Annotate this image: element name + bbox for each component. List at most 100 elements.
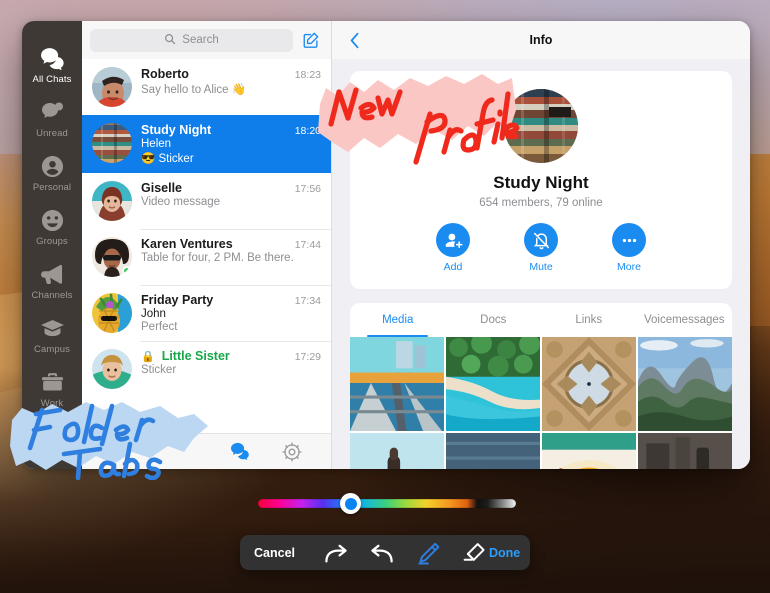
chat-list-item-karen-ventures[interactable]: Karen Ventures 17:44 Table for four, 2 P… [82, 229, 331, 285]
sidebar-item-unread[interactable]: Unread [23, 93, 81, 145]
books-avatar[interactable] [504, 89, 578, 163]
media-thumbnail[interactable] [638, 433, 732, 469]
chat-item-preview: Video message [141, 196, 321, 208]
sidebar-item-campus[interactable]: Campus [23, 309, 81, 361]
avatar [92, 293, 132, 333]
chat-item-preview: 😎 Sticker [141, 151, 321, 165]
cancel-button[interactable]: Cancel [254, 546, 295, 560]
chat-item-title: Giselle [141, 181, 182, 195]
avatar [92, 349, 132, 389]
media-thumbnail[interactable] [446, 337, 540, 431]
info-pane: Info [332, 21, 750, 469]
chat-item-time: 17:56 [295, 183, 321, 195]
eraser-icon[interactable] [459, 541, 489, 565]
chat-list-item-friday-party[interactable]: Friday Party 17:34 John Perfect [82, 285, 331, 341]
chat-item-time: 18:20 [295, 125, 321, 137]
chat-item-preview: Say hello to Alice 👋 [141, 82, 321, 96]
chat-item-time: 17:29 [295, 351, 321, 363]
chat-item-body: 🔒 Little Sister 17:29 Sticker [141, 349, 321, 389]
search-icon [164, 33, 176, 48]
media-thumbnail[interactable] [350, 337, 444, 431]
profile-actions: Add Mute [350, 223, 732, 273]
unread-chat-icon [39, 100, 65, 124]
chat-item-time: 17:34 [295, 295, 321, 307]
chat-item-preview: Sticker [141, 364, 321, 376]
chat-item-time: 17:44 [295, 239, 321, 251]
ellipsis-icon [612, 223, 646, 257]
chat-item-title: Friday Party [141, 293, 213, 307]
chat-list-item-little-sister[interactable]: 🔒 Little Sister 17:29 Sticker [82, 341, 331, 397]
done-button[interactable]: Done [489, 546, 520, 560]
sidebar-item-all-chats[interactable]: All Chats [23, 39, 81, 91]
sidebar-item-work[interactable]: Work [23, 363, 81, 415]
sidebar-item-label: All Chats [33, 74, 72, 85]
avatar [92, 123, 132, 163]
info-header: Info [332, 21, 750, 59]
tab-voicemessages[interactable]: Voicemessages [637, 303, 733, 337]
shared-media-card: Media Docs Links Voicemessages [350, 303, 732, 469]
media-thumbnail[interactable] [542, 433, 636, 469]
sidebar-item-label: Unread [36, 128, 68, 139]
group-icon [39, 208, 65, 232]
chat-item-title: Roberto [141, 67, 189, 81]
info-scroll-area[interactable]: Study Night 654 members, 79 online Add [332, 59, 750, 469]
media-thumbnail[interactable] [638, 337, 732, 431]
chat-item-body: Giselle 17:56 Video message [141, 181, 321, 221]
graduation-cap-icon [39, 316, 65, 340]
chats-bubble-icon[interactable] [229, 441, 251, 463]
person-icon [39, 154, 65, 178]
chat-list-item-study-night[interactable]: Study Night 18:20 Helen 😎 Sticker [82, 115, 331, 173]
sidebar-item-label: Campus [34, 344, 70, 355]
color-gradient-track[interactable] [258, 499, 516, 508]
media-thumbnail[interactable] [350, 433, 444, 469]
undo-icon[interactable] [367, 541, 397, 565]
tab-media[interactable]: Media [350, 303, 446, 337]
search-placeholder: Search [182, 34, 218, 46]
add-button-label: Add [444, 261, 463, 273]
avatar [92, 237, 132, 277]
telegram-window: All Chats Unread Personal [22, 21, 750, 469]
mute-button-label: Mute [529, 261, 552, 273]
gear-icon[interactable] [281, 441, 303, 463]
folder-sidebar: All Chats Unread Personal [22, 21, 82, 469]
chat-item-body: Friday Party 17:34 John Perfect [141, 293, 321, 333]
markup-tools [321, 541, 489, 565]
profile-subtitle: 654 members, 79 online [350, 197, 732, 209]
sidebar-item-label: Groups [36, 236, 68, 247]
chat-item-body: Study Night 18:20 Helen 😎 Sticker [141, 123, 321, 165]
pen-icon[interactable] [413, 541, 443, 565]
sidebar-item-groups[interactable]: Groups [23, 201, 81, 253]
chevron-left-icon[interactable] [346, 31, 364, 49]
page-title: Info [332, 33, 750, 47]
tab-links[interactable]: Links [541, 303, 637, 337]
sidebar-item-channels[interactable]: Channels [23, 255, 81, 307]
more-button-label: More [617, 261, 641, 273]
chat-item-sender: Helen [141, 138, 321, 150]
chat-item-sender: John [141, 308, 321, 320]
online-status-dot [122, 266, 132, 276]
media-thumbnail[interactable] [446, 433, 540, 469]
bell-slash-icon [524, 223, 558, 257]
add-button[interactable]: Add [436, 223, 470, 273]
more-button[interactable]: More [612, 223, 646, 273]
color-picker-slider[interactable] [258, 494, 516, 512]
media-thumbnail[interactable] [542, 337, 636, 431]
chat-list-item-roberto[interactable]: Roberto 18:23 Say hello to Alice 👋 [82, 59, 331, 115]
avatar [92, 181, 132, 221]
redo-icon[interactable] [321, 541, 351, 565]
color-slider-thumb[interactable] [340, 493, 361, 514]
briefcase-icon [39, 370, 65, 394]
markup-toolbar: Cancel [240, 535, 530, 570]
chat-item-body: Roberto 18:23 Say hello to Alice 👋 [141, 67, 321, 107]
chat-item-body: Karen Ventures 17:44 Table for four, 2 P… [141, 237, 321, 277]
chat-list[interactable]: Roberto 18:23 Say hello to Alice 👋 [82, 59, 331, 433]
compose-icon[interactable] [301, 30, 321, 50]
sidebar-item-label: Work [41, 398, 63, 409]
chat-list-item-giselle[interactable]: Giselle 17:56 Video message [82, 173, 331, 229]
tab-docs[interactable]: Docs [446, 303, 542, 337]
mute-button[interactable]: Mute [524, 223, 558, 273]
media-tabs: Media Docs Links Voicemessages [350, 303, 732, 337]
chat-item-title: Karen Ventures [141, 237, 233, 251]
search-input[interactable]: Search [90, 29, 293, 52]
sidebar-item-personal[interactable]: Personal [23, 147, 81, 199]
